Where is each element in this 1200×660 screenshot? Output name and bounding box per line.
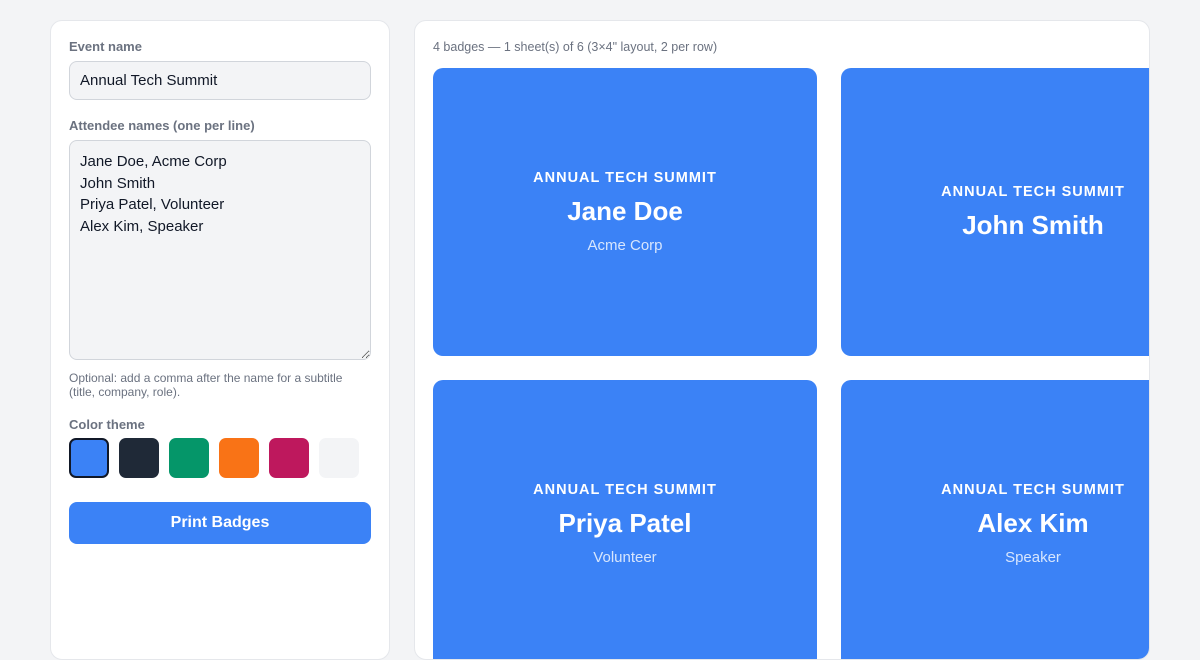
attendee-names-textarea[interactable]: Jane Doe, Acme Corp John Smith Priya Pat… bbox=[69, 140, 371, 360]
event-name-label: Event name bbox=[69, 39, 142, 54]
badge-subtitle: Acme Corp bbox=[587, 237, 663, 254]
swatch-green[interactable] bbox=[169, 438, 209, 478]
event-name-input[interactable] bbox=[69, 61, 371, 100]
subtitle-hint: Optional: add a comma after the name for… bbox=[69, 371, 343, 399]
badge-subtitle: Speaker bbox=[1005, 549, 1061, 566]
badge-attendee-name: John Smith bbox=[962, 209, 1104, 240]
print-badges-button[interactable]: Print Badges bbox=[69, 502, 371, 544]
color-theme-label: Color theme bbox=[69, 417, 145, 432]
swatch-light[interactable] bbox=[319, 438, 359, 478]
badge-event-name: ANNUAL TECH SUMMIT bbox=[941, 482, 1125, 498]
swatch-navy[interactable] bbox=[119, 438, 159, 478]
badge-preview-panel: 4 badges — 1 sheet(s) of 6 (3×4" layout,… bbox=[414, 20, 1150, 660]
badge-attendee-name: Jane Doe bbox=[567, 196, 683, 226]
badge-card: ANNUAL TECH SUMMIT John Smith bbox=[841, 68, 1149, 356]
badge-event-name: ANNUAL TECH SUMMIT bbox=[941, 183, 1125, 200]
badge-event-name: ANNUAL TECH SUMMIT bbox=[533, 482, 717, 498]
color-theme-swatches bbox=[69, 438, 371, 478]
settings-panel: Event name Attendee names (one per line)… bbox=[50, 20, 390, 660]
badge-attendee-name: Alex Kim bbox=[977, 508, 1089, 538]
badge-attendee-name: Priya Patel bbox=[558, 508, 692, 538]
badge-event-name: ANNUAL TECH SUMMIT bbox=[533, 170, 717, 186]
badge-card: ANNUAL TECH SUMMIT Priya Patel Volunteer bbox=[433, 380, 817, 659]
swatch-blue[interactable] bbox=[69, 438, 109, 478]
attendee-names-label: Attendee names (one per line) bbox=[69, 118, 255, 133]
badge-subtitle: Volunteer bbox=[593, 549, 657, 566]
preview-summary: 4 badges — 1 sheet(s) of 6 (3×4" layout,… bbox=[433, 40, 718, 54]
swatch-magenta[interactable] bbox=[269, 438, 309, 478]
swatch-orange[interactable] bbox=[219, 438, 259, 478]
badge-card: ANNUAL TECH SUMMIT Alex Kim Speaker bbox=[841, 380, 1149, 659]
badge-card: ANNUAL TECH SUMMIT Jane Doe Acme Corp bbox=[433, 68, 817, 356]
